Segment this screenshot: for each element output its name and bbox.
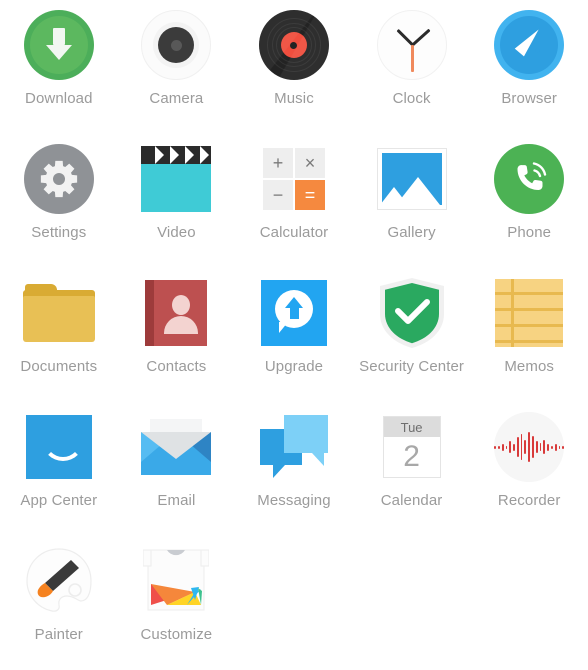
- app-icon-calculator[interactable]: + × − = Calculator: [235, 134, 353, 268]
- app-icon-video[interactable]: Video: [118, 134, 236, 268]
- app-icon-camera[interactable]: Camera: [118, 0, 236, 134]
- app-icon-recorder[interactable]: Recorder: [470, 402, 588, 536]
- notepad-icon[interactable]: [490, 274, 568, 352]
- app-icon-clock[interactable]: Clock: [353, 0, 471, 134]
- app-label: Upgrade: [264, 358, 324, 375]
- app-icon-messaging[interactable]: Messaging: [235, 402, 353, 536]
- app-label: Recorder: [497, 492, 561, 509]
- app-label: Phone: [507, 224, 552, 241]
- clock-icon[interactable]: [373, 6, 451, 84]
- app-drawer-grid: Download Camera Music Clock Browser Settings V…: [0, 0, 588, 670]
- app-label: Settings: [31, 224, 87, 241]
- calculator-key: ×: [294, 148, 325, 178]
- calculator-key: −: [262, 180, 293, 210]
- compass-icon[interactable]: [490, 6, 568, 84]
- app-icon-music[interactable]: Music: [235, 0, 353, 134]
- app-label: Documents: [20, 358, 98, 375]
- paint-palette-icon[interactable]: [20, 542, 98, 620]
- app-label: Contacts: [146, 358, 207, 375]
- app-label: Memos: [504, 358, 555, 375]
- app-icon-upgrade[interactable]: Upgrade: [235, 268, 353, 402]
- app-label: Video: [157, 224, 196, 241]
- app-icon-phone[interactable]: Phone: [470, 134, 588, 268]
- tshirt-icon[interactable]: [137, 542, 215, 620]
- app-label: Messaging: [257, 492, 331, 509]
- app-label: Email: [157, 492, 196, 509]
- download-icon[interactable]: [20, 6, 98, 84]
- app-icon-security-center[interactable]: Security Center: [353, 268, 471, 402]
- app-icon-app-center[interactable]: App Center: [0, 402, 118, 536]
- folder-icon[interactable]: [20, 274, 98, 352]
- calendar-weekday: Tue: [383, 417, 440, 437]
- music-icon[interactable]: [255, 6, 333, 84]
- upgrade-arrow-icon[interactable]: [255, 274, 333, 352]
- chat-bubbles-icon[interactable]: [255, 408, 333, 486]
- envelope-icon[interactable]: [137, 408, 215, 486]
- waveform-icon[interactable]: [490, 408, 568, 486]
- app-icon-email[interactable]: Email: [118, 402, 236, 536]
- app-label: Gallery: [387, 224, 436, 241]
- app-icon-download[interactable]: Download: [0, 0, 118, 134]
- shopping-bag-icon[interactable]: [20, 408, 98, 486]
- app-label: Download: [25, 90, 93, 107]
- app-icon-painter[interactable]: Painter: [0, 536, 118, 670]
- calendar-icon[interactable]: Tue 2: [373, 408, 451, 486]
- app-label: Customize: [140, 626, 213, 643]
- app-icon-customize[interactable]: Customize: [118, 536, 236, 670]
- clapperboard-icon[interactable]: [137, 140, 215, 218]
- calculator-icon[interactable]: + × − =: [255, 140, 333, 218]
- app-label: Music: [274, 90, 314, 107]
- app-icon-settings[interactable]: Settings: [0, 134, 118, 268]
- phone-handset-icon[interactable]: [490, 140, 568, 218]
- calculator-key: +: [262, 148, 293, 178]
- camera-icon[interactable]: [137, 6, 215, 84]
- app-icon-memos[interactable]: Memos: [470, 268, 588, 402]
- app-label: App Center: [20, 492, 98, 509]
- app-label: Painter: [34, 626, 83, 643]
- app-icon-gallery[interactable]: Gallery: [353, 134, 471, 268]
- calendar-day-number: 2: [403, 440, 420, 473]
- gear-icon[interactable]: [20, 140, 98, 218]
- app-label: Camera: [149, 90, 204, 107]
- app-icon-documents[interactable]: Documents: [0, 268, 118, 402]
- app-icon-calendar[interactable]: Tue 2 Calendar: [353, 402, 471, 536]
- app-label: Clock: [392, 90, 431, 107]
- app-label: Browser: [501, 90, 558, 107]
- app-icon-contacts[interactable]: Contacts: [118, 268, 236, 402]
- address-book-icon[interactable]: [137, 274, 215, 352]
- app-label: Security Center: [359, 358, 465, 375]
- calculator-key: =: [294, 180, 325, 210]
- app-label: Calculator: [259, 224, 329, 241]
- app-icon-browser[interactable]: Browser: [470, 0, 588, 134]
- app-label: Calendar: [380, 492, 443, 509]
- shield-check-icon[interactable]: [373, 274, 451, 352]
- photo-icon[interactable]: [373, 140, 451, 218]
